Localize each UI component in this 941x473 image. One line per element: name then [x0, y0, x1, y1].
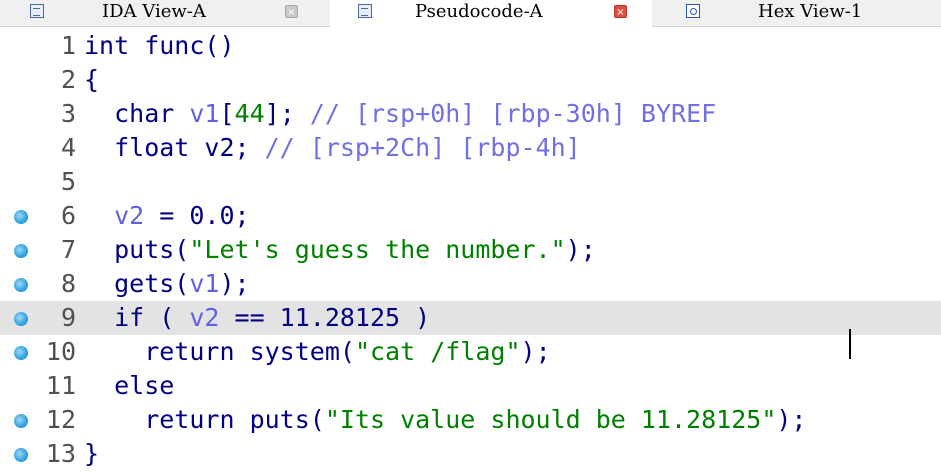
- breakpoint-dot-icon[interactable]: [14, 278, 28, 292]
- code-text[interactable]: puts("Let's guess the number.");: [84, 233, 596, 267]
- line-number: 12: [45, 405, 76, 434]
- code-token: [: [219, 99, 235, 128]
- code-token: 44: [234, 99, 265, 128]
- code-token: v1: [189, 99, 220, 128]
- line-number: 13: [45, 439, 76, 468]
- breakpoint-dot-icon[interactable]: [14, 244, 28, 258]
- line-number: 7: [60, 235, 76, 264]
- code-token: "Its value should be 11.28125": [324, 405, 777, 434]
- line-number: 11: [45, 371, 76, 400]
- code-token: puts(: [84, 235, 190, 264]
- code-token: return system(: [84, 337, 355, 366]
- code-token: );: [776, 405, 807, 434]
- code-token: }: [84, 439, 100, 468]
- tab-bar: IDA View-A × Pseudocode-A × Hex View-1: [0, 0, 941, 27]
- code-line[interactable]: 13}: [0, 437, 941, 471]
- code-token: ];: [264, 99, 310, 128]
- line-number: 6: [60, 201, 76, 230]
- code-token: else: [84, 371, 175, 400]
- line-number: 1: [60, 31, 76, 60]
- code-token: v1: [189, 269, 220, 298]
- code-token: = 0.0;: [144, 201, 250, 230]
- code-text[interactable]: }: [84, 437, 99, 471]
- breakpoint-dot-icon[interactable]: [14, 448, 28, 462]
- code-token: char: [84, 99, 190, 128]
- code-line[interactable]: 3 char v1[44]; // [rsp+0h] [rbp-30h] BYR…: [0, 97, 941, 131]
- code-token: gets(: [84, 269, 190, 298]
- code-text[interactable]: return puts("Its value should be 11.2812…: [84, 403, 806, 437]
- code-text[interactable]: int func(): [84, 29, 235, 63]
- line-number: 10: [45, 337, 76, 366]
- code-text[interactable]: gets(v1);: [84, 267, 250, 301]
- code-line[interactable]: 10 return system("cat /flag");: [0, 335, 941, 369]
- code-token: float v2;: [84, 133, 265, 162]
- line-number: 3: [60, 99, 76, 128]
- tab-ida-view-a[interactable]: IDA View-A ×: [0, 0, 318, 26]
- line-number: 2: [60, 65, 76, 94]
- code-line[interactable]: 5: [0, 165, 941, 199]
- code-text[interactable]: return system("cat /flag");: [84, 335, 551, 369]
- code-token: );: [520, 337, 551, 366]
- line-number: 4: [60, 133, 76, 162]
- code-line[interactable]: 2{: [0, 63, 941, 97]
- code-line[interactable]: 11 else: [0, 369, 941, 403]
- code-line[interactable]: 4 float v2; // [rsp+2Ch] [rbp-4h]: [0, 131, 941, 165]
- code-token: {: [84, 65, 100, 94]
- code-text[interactable]: {: [84, 63, 99, 97]
- tab-label: Pseudocode-A: [415, 1, 543, 22]
- code-token: );: [219, 269, 250, 298]
- line-number: 5: [60, 167, 76, 196]
- tab-label: Hex View-1: [758, 1, 863, 22]
- hex-icon: [686, 4, 700, 18]
- breakpoint-dot-icon[interactable]: [14, 346, 28, 360]
- code-line[interactable]: 9 if ( v2 == 11.28125 ): [0, 301, 941, 335]
- code-line[interactable]: 1 int func(): [0, 29, 941, 63]
- line-number: 8: [60, 269, 76, 298]
- tab-label: IDA View-A: [102, 1, 206, 22]
- code-token: // [rsp+2Ch] [rbp-4h]: [264, 133, 581, 162]
- close-icon[interactable]: ×: [614, 5, 627, 18]
- code-line[interactable]: 7 puts("Let's guess the number.");: [0, 233, 941, 267]
- close-icon[interactable]: ×: [285, 5, 298, 18]
- code-token: "Let's guess the number.": [189, 235, 566, 264]
- code-text[interactable]: char v1[44]; // [rsp+0h] [rbp-30h] BYREF: [84, 97, 716, 131]
- code-line[interactable]: 12 return puts("Its value should be 11.2…: [0, 403, 941, 437]
- code-line[interactable]: 6 v2 = 0.0;: [0, 199, 941, 233]
- code-line[interactable]: 8 gets(v1);: [0, 267, 941, 301]
- code-text[interactable]: v2 = 0.0;: [84, 199, 250, 233]
- document-icon: [30, 4, 44, 18]
- code-token: return puts(: [84, 405, 325, 434]
- code-token: == 11.28125 ): [219, 303, 431, 332]
- pseudocode-editor[interactable]: 13} 12 return puts("Its value should be 1…: [0, 27, 941, 473]
- code-text[interactable]: if ( v2 == 11.28125 ): [84, 301, 430, 335]
- code-token: // [rsp+0h] [rbp-30h] BYREF: [309, 99, 717, 128]
- breakpoint-dot-icon[interactable]: [14, 414, 28, 428]
- code-token: );: [565, 235, 596, 264]
- breakpoint-dot-icon[interactable]: [14, 210, 28, 224]
- code-token: if (: [84, 303, 190, 332]
- tab-pseudocode-a[interactable]: Pseudocode-A ×: [330, 0, 652, 27]
- text-cursor: [849, 329, 851, 359]
- code-token: int func(): [84, 31, 235, 60]
- code-text[interactable]: float v2; // [rsp+2Ch] [rbp-4h]: [84, 131, 581, 165]
- line-number: 9: [60, 303, 76, 332]
- code-token: v2: [114, 201, 145, 230]
- code-text[interactable]: else: [84, 369, 174, 403]
- code-token: "cat /flag": [354, 337, 521, 366]
- tab-hex-view-1[interactable]: Hex View-1: [662, 0, 941, 26]
- breakpoint-dot-icon[interactable]: [14, 312, 28, 326]
- code-token: v2: [189, 303, 220, 332]
- document-icon: [358, 4, 372, 18]
